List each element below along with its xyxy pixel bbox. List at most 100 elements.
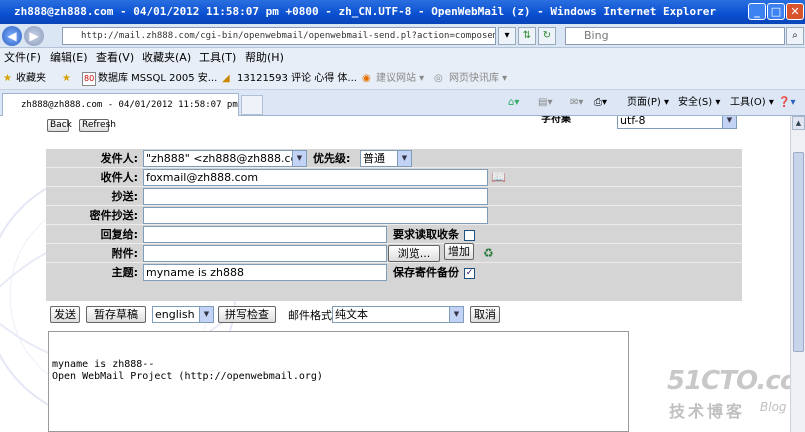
mail-icon[interactable]: ✉▾: [570, 90, 583, 116]
search-icon[interactable]: ⌕: [786, 27, 804, 45]
menu-favorites[interactable]: 收藏夹(A): [142, 48, 191, 68]
compose-form: 发件人: "zh888" <zh888@zh888.com> ▼ 优先级: 普通 ▼…: [46, 149, 742, 301]
search-input[interactable]: Bing: [565, 27, 785, 45]
chevron-down-icon: ▼: [397, 151, 411, 166]
subject-label: 主题:: [111, 266, 138, 279]
format-select[interactable]: 纯文本 ▼: [332, 306, 464, 323]
back-button[interactable]: Back: [47, 119, 72, 132]
favorite-item-webslice[interactable]: 网页快讯库 ▾: [449, 68, 507, 90]
to-label: 收件人:: [100, 171, 138, 184]
attachment-icon[interactable]: ♻: [483, 246, 494, 260]
watermark-blog: Blog: [760, 400, 787, 414]
favicon-80-icon: 80: [82, 72, 97, 86]
spellcheck-button[interactable]: 拼写检查: [218, 306, 276, 323]
favorite-item-mssql[interactable]: 数据库 MSSQL 2005 安...: [98, 68, 217, 90]
favorites-bar: ★ 收藏夹 ★ 80 数据库 MSSQL 2005 安... ◢ 1312159…: [0, 68, 805, 90]
to-row: 收件人: foxmail@zh888.com 📖: [46, 168, 742, 187]
read-receipt-checkbox[interactable]: [464, 230, 475, 241]
send-button[interactable]: 发送: [50, 306, 80, 323]
tab-current[interactable]: zh888@zh888.com - 04/01/2012 11:58:07 pm…: [2, 93, 239, 116]
menu-bar: 文件(F) 编辑(E) 查看(V) 收藏夹(A) 工具(T) 帮助(H): [0, 48, 805, 68]
bcc-row: 密件抄送:: [46, 206, 742, 225]
chevron-down-icon: ▼: [199, 307, 213, 322]
window-title: zh888@zh888.com - 04/01/2012 11:58:07 pm…: [14, 5, 716, 18]
subject-input[interactable]: myname is zh888: [143, 264, 387, 281]
format-label: 邮件格式: [288, 309, 332, 322]
refresh-icon[interactable]: ↻: [538, 27, 556, 45]
attachment-label: 附件:: [111, 247, 138, 260]
menu-file[interactable]: 文件(F): [4, 48, 41, 68]
favorites-label[interactable]: 收藏夹: [16, 68, 46, 90]
add-attachment-button[interactable]: 增加: [444, 243, 474, 260]
page-content: Back Refresh 字符集 utf-8 ▼ 发件人: "zh888" <zh…: [0, 116, 790, 432]
address-bar: ◀ ▶ http://mail.zh888.com/cgi-bin/openwe…: [0, 24, 805, 48]
compat-view-icon[interactable]: ⇅: [518, 27, 536, 45]
attachment-row: 附件: 浏览... 增加 ♻: [46, 243, 742, 263]
charset-label: 字符集: [541, 116, 571, 125]
scroll-thumb[interactable]: [793, 152, 804, 352]
print-icon[interactable]: ⎙▾: [594, 90, 607, 116]
menu-view[interactable]: 查看(V): [96, 48, 134, 68]
favorite-item-suggested[interactable]: 建议网站 ▾: [376, 68, 424, 90]
chevron-down-icon: ▼: [449, 307, 463, 322]
tab-bar: zh888@zh888.com - 04/01/2012 11:58:07 pm…: [0, 90, 805, 116]
read-receipt-label: 要求读取收条: [393, 228, 459, 241]
safety-menu[interactable]: 安全(S) ▾: [678, 90, 720, 116]
add-favorite-icon[interactable]: ★: [62, 68, 71, 90]
menu-edit[interactable]: 编辑(E): [50, 48, 88, 68]
subject-row: 主题: myname is zh888 保存寄件备份 ✓: [46, 263, 742, 285]
address-book-icon[interactable]: 📖: [491, 170, 506, 184]
url-field[interactable]: http://mail.zh888.com/cgi-bin/openwebmai…: [62, 27, 496, 45]
maximize-button[interactable]: □: [767, 3, 785, 20]
chart-icon: ◢: [222, 73, 230, 84]
cc-row: 抄送:: [46, 187, 742, 206]
suggested-sites-icon: ◉: [362, 73, 371, 84]
charset-select[interactable]: utf-8 ▼: [617, 116, 737, 129]
cc-input[interactable]: [143, 188, 488, 205]
forward-arrow-icon[interactable]: ▶: [24, 26, 44, 46]
watermark-logo: 51CTO.com: [667, 366, 790, 396]
priority-select[interactable]: 普通 ▼: [360, 150, 412, 167]
vertical-scrollbar[interactable]: ▲: [790, 116, 805, 432]
reply-to-row: 回复给: 要求读取收条: [46, 225, 742, 244]
chevron-down-icon: ▼: [292, 151, 306, 166]
favorite-item-review[interactable]: 13121593 评论 心得 体...: [237, 68, 357, 90]
url-dropdown-icon[interactable]: ▾: [498, 27, 516, 45]
close-button[interactable]: ✕: [786, 3, 804, 20]
page-menu[interactable]: 页面(P) ▾: [627, 90, 669, 116]
from-row: 发件人: "zh888" <zh888@zh888.com> ▼ 优先级: 普通 ▼: [46, 149, 742, 168]
cancel-button[interactable]: 取消: [470, 306, 500, 323]
format-value: 纯文本: [335, 308, 368, 321]
feeds-icon[interactable]: ▤▾: [538, 90, 552, 116]
new-tab-button[interactable]: [241, 95, 263, 115]
language-select[interactable]: english ▼: [152, 306, 214, 323]
star-icon: ★: [3, 73, 12, 84]
menu-tools[interactable]: 工具(T): [199, 48, 236, 68]
attachment-input[interactable]: [143, 245, 387, 262]
webslice-icon: ◎: [434, 73, 443, 84]
reply-to-input[interactable]: [143, 226, 387, 243]
chevron-down-icon: ▼: [722, 116, 736, 128]
home-icon[interactable]: ⌂▾: [508, 90, 519, 116]
language-value: english: [155, 308, 195, 321]
scroll-up-icon[interactable]: ▲: [792, 116, 805, 130]
window-titlebar: zh888@zh888.com - 04/01/2012 11:58:07 pm…: [0, 0, 805, 24]
charset-value: utf-8: [620, 116, 646, 127]
browse-button[interactable]: 浏览...: [388, 245, 440, 262]
help-icon[interactable]: ❓▾: [778, 90, 795, 116]
cc-label: 抄送:: [111, 190, 138, 203]
priority-value: 普通: [363, 152, 385, 165]
save-draft-button[interactable]: 暂存草稿: [86, 306, 146, 323]
minimize-button[interactable]: _: [748, 3, 766, 20]
from-select[interactable]: "zh888" <zh888@zh888.com> ▼: [143, 150, 307, 167]
bcc-input[interactable]: [143, 207, 488, 224]
to-input[interactable]: foxmail@zh888.com: [143, 169, 488, 186]
tools-menu[interactable]: 工具(O) ▾: [730, 90, 774, 116]
back-arrow-icon[interactable]: ◀: [2, 26, 22, 46]
watermark-sub: 技术博客: [669, 402, 746, 421]
message-body[interactable]: myname is zh888-- Open WebMail Project (…: [48, 331, 629, 432]
refresh-button[interactable]: Refresh: [79, 119, 116, 132]
from-value: "zh888" <zh888@zh888.com>: [146, 152, 307, 165]
menu-help[interactable]: 帮助(H): [245, 48, 284, 68]
save-copy-checkbox[interactable]: ✓: [464, 268, 475, 279]
